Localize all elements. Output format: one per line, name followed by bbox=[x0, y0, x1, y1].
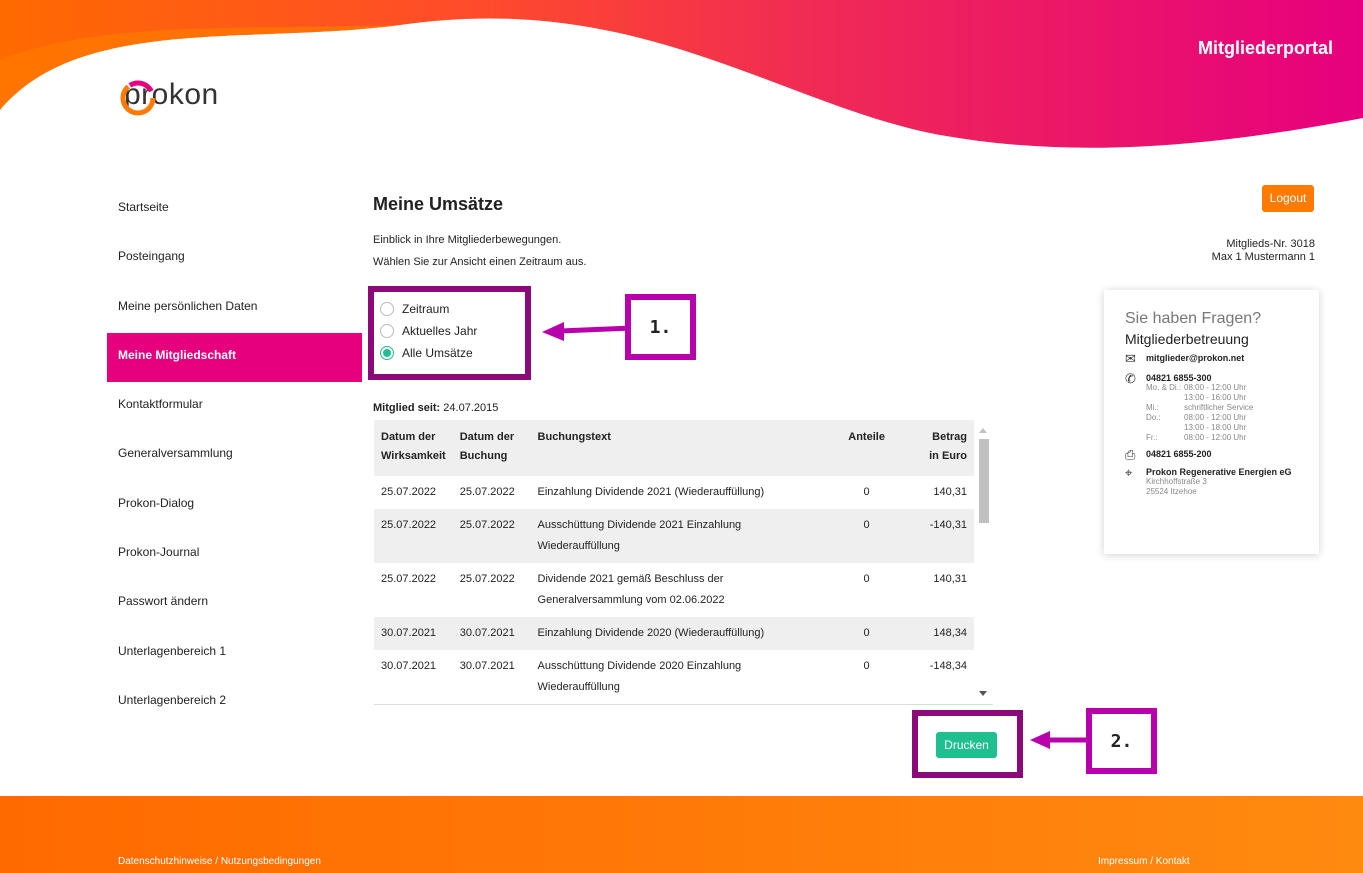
cell-betrag: 140,31 bbox=[933, 486, 967, 498]
table-scrollbar[interactable] bbox=[975, 420, 992, 704]
cell-buchungstext: Einzahlung Dividende 2021 (Wiederauffüll… bbox=[537, 486, 765, 498]
scroll-up-arrow-icon[interactable] bbox=[979, 428, 987, 433]
sidebar-item-unterlagen-2[interactable]: Unterlagenbereich 2 bbox=[107, 678, 362, 727]
footer-imprint-link[interactable]: Impressum / Kontakt bbox=[1098, 856, 1190, 867]
logout-button[interactable]: Logout bbox=[1262, 185, 1314, 212]
page-footer: Datenschutzhinweise / Nutzungsbedingunge… bbox=[0, 796, 1363, 873]
sidebar-item-startseite[interactable]: Startseite bbox=[107, 185, 362, 234]
sidebar-item-kontaktformular[interactable]: Kontaktformular bbox=[107, 382, 362, 431]
sidebar-item-passwort[interactable]: Passwort ändern bbox=[107, 579, 362, 628]
sidebar-item-prokon-journal[interactable]: Prokon-Journal bbox=[107, 530, 362, 579]
cell-buchungstext: Ausschüttung Dividende 2020 Einzahlung W… bbox=[537, 660, 742, 693]
portal-title: Mitgliederportal bbox=[1197, 38, 1333, 58]
sidebar-item-persoenliche-daten[interactable]: Meine persönlichen Daten bbox=[107, 284, 362, 333]
phone-icon: ✆ bbox=[1125, 371, 1136, 386]
cell-wirksamkeit: 30.07.2021 bbox=[374, 617, 453, 650]
cell-buchung: 30.07.2021 bbox=[459, 660, 515, 672]
help-address-row: ⌖ Prokon Regenerative Energien eG Kirchh… bbox=[1125, 465, 1319, 497]
cell-buchung: 25.07.2022 bbox=[459, 573, 515, 585]
cell-buchung: 30.07.2021 bbox=[452, 617, 531, 650]
help-question: Sie haben Fragen? bbox=[1125, 310, 1262, 327]
table-row: 30.07.2021 30.07.2021 Ausschüttung Divid… bbox=[374, 650, 974, 704]
member-since-label: Mitglied seit: bbox=[373, 402, 441, 414]
annotation-label-2: 2. bbox=[1086, 708, 1157, 774]
print-button[interactable]: Drucken bbox=[936, 732, 997, 758]
member-since-value: 24.07.2015 bbox=[443, 402, 499, 414]
help-street: Kirchhoffstraße 3 bbox=[1146, 477, 1207, 486]
cell-betrag: 140,31 bbox=[933, 573, 967, 585]
help-email[interactable]: mitglieder@prokon.net bbox=[1146, 353, 1244, 365]
scroll-thumb[interactable] bbox=[979, 439, 989, 523]
member-info: Mitglieds-Nr. 3018 Max 1 Mustermann 1 bbox=[1212, 238, 1315, 264]
transactions-table-container[interactable]: Datum der Wirksamkeit Datum der Buchung Bu… bbox=[374, 420, 993, 705]
envelope-icon: ✉ bbox=[1125, 351, 1136, 366]
help-card: Sie haben Fragen? Mitgliederbetreuung ✉ … bbox=[1104, 290, 1319, 554]
cell-anteile: 0 bbox=[863, 486, 870, 498]
help-fax-row: ⎙ 04821 6855-200 bbox=[1125, 447, 1319, 462]
page-header: Mitgliederportal prokon bbox=[0, 0, 1363, 160]
transactions-table: Datum der Wirksamkeit Datum der Buchung Bu… bbox=[374, 420, 974, 704]
cell-betrag: -140,31 bbox=[906, 509, 974, 563]
cell-anteile: 0 bbox=[863, 660, 870, 672]
cell-anteile: 0 bbox=[863, 573, 870, 585]
cell-wirksamkeit: 25.07.2022 bbox=[381, 573, 437, 585]
table-row: 25.07.2022 25.07.2022 Ausschüttung Divid… bbox=[374, 509, 974, 563]
help-phone[interactable]: 04821 6855-300 bbox=[1146, 373, 1274, 383]
annotation-arrow-2 bbox=[1030, 731, 1090, 749]
table-row: 30.07.2021 30.07.2021 Einzahlung Dividen… bbox=[374, 617, 974, 650]
sidebar-item-prokon-dialog[interactable]: Prokon-Dialog bbox=[107, 481, 362, 530]
annotation-highlight-1 bbox=[368, 286, 531, 380]
cell-betrag: 148,34 bbox=[906, 617, 974, 650]
location-pin-icon: ⌖ bbox=[1125, 465, 1133, 480]
table-header-row: Datum der Wirksamkeit Datum der Buchung Bu… bbox=[374, 420, 974, 476]
help-company: Prokon Regenerative Energien eG bbox=[1146, 467, 1292, 477]
office-hours: Mo. & Di.: 08:00 - 12:00 Uhr 13:00 - 16:0… bbox=[1146, 383, 1254, 442]
help-city: 25524 Itzehoe bbox=[1146, 487, 1197, 496]
cell-buchung: 25.07.2022 bbox=[459, 486, 515, 498]
intro-line-2: Wählen Sie zur Ansicht einen Zeitraum au… bbox=[373, 256, 587, 268]
prokon-logo[interactable]: prokon bbox=[118, 78, 219, 116]
cell-buchungstext: Dividende 2021 gemäß Beschluss der Gener… bbox=[537, 573, 725, 606]
sidebar-nav: Startseite Posteingang Meine persönliche… bbox=[107, 185, 362, 727]
cell-anteile: 0 bbox=[826, 617, 907, 650]
col-header-buchungstext: Buchungstext bbox=[530, 420, 827, 476]
sidebar-item-generalversammlung[interactable]: Generalversammlung bbox=[107, 431, 362, 480]
intro-text: Einblick in Ihre Mitgliederbewegungen. W… bbox=[373, 229, 586, 273]
page-title: Meine Umsätze bbox=[373, 194, 504, 214]
help-title: Mitgliederbetreuung bbox=[1125, 331, 1249, 347]
table-row: 25.07.2022 25.07.2022 Dividende 2021 gem… bbox=[374, 563, 974, 617]
help-email-row: ✉ mitglieder@prokon.net bbox=[1125, 351, 1319, 366]
footer-privacy-link[interactable]: Datenschutzhinweise / Nutzungsbedingunge… bbox=[118, 856, 321, 867]
col-header-wirksamkeit: Datum der Wirksamkeit bbox=[374, 420, 453, 476]
help-fax: 04821 6855-200 bbox=[1146, 449, 1212, 459]
sidebar-item-posteingang[interactable]: Posteingang bbox=[107, 234, 362, 283]
col-header-betrag: Betrag in Euro bbox=[906, 420, 974, 476]
help-phone-row: ✆ 04821 6855-300 Mo. & Di.: 08:00 - 12:00… bbox=[1125, 371, 1319, 443]
cell-buchung: 25.07.2022 bbox=[452, 509, 531, 563]
fax-printer-icon: ⎙ bbox=[1125, 447, 1136, 462]
sidebar-item-mitgliedschaft[interactable]: Meine Mitgliedschaft bbox=[107, 332, 362, 383]
col-header-anteile: Anteile bbox=[826, 420, 907, 476]
cell-wirksamkeit: 25.07.2022 bbox=[374, 509, 453, 563]
sidebar-item-unterlagen-1[interactable]: Unterlagenbereich 1 bbox=[107, 629, 362, 678]
cell-anteile: 0 bbox=[826, 509, 907, 563]
cell-buchungstext: Ausschüttung Dividende 2021 Einzahlung W… bbox=[530, 509, 827, 563]
member-name: Max 1 Mustermann 1 bbox=[1211, 251, 1315, 263]
cell-buchungstext: Einzahlung Dividende 2020 (Wiederauffüll… bbox=[530, 617, 827, 650]
table-row: 25.07.2022 25.07.2022 Einzahlung Dividen… bbox=[374, 476, 974, 509]
cell-wirksamkeit: 25.07.2022 bbox=[381, 486, 437, 498]
col-header-buchung: Datum der Buchung bbox=[452, 420, 531, 476]
annotation-label-1: 1. bbox=[625, 294, 696, 360]
annotation-arrow-1 bbox=[542, 322, 632, 341]
cell-wirksamkeit: 30.07.2021 bbox=[381, 660, 437, 672]
member-number: Mitglieds-Nr. 3018 bbox=[1226, 238, 1315, 250]
intro-line-1: Einblick in Ihre Mitgliederbewegungen. bbox=[373, 234, 562, 246]
member-since: Mitglied seit: 24.07.2015 bbox=[373, 402, 498, 414]
cell-betrag: -148,34 bbox=[929, 660, 967, 672]
scroll-down-arrow-icon[interactable] bbox=[979, 691, 987, 696]
prokon-logo-icon bbox=[120, 80, 156, 116]
